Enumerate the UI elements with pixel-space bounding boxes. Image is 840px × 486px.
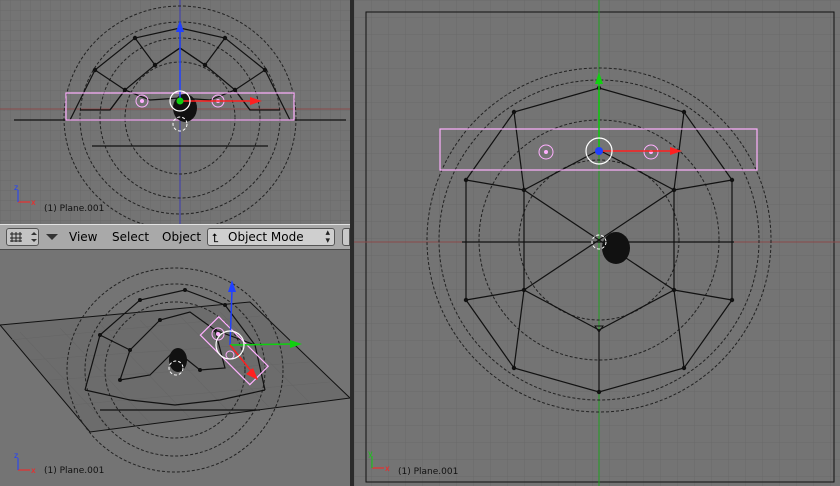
viewport-top-canvas[interactable]: y x (354, 0, 840, 486)
viewport-header: View Select Object ⮤ Object Mode ▴ ▾ (0, 224, 350, 250)
svg-text:x: x (385, 464, 390, 473)
svg-text:x: x (31, 466, 36, 475)
object-mode-icon: ⮤ (212, 231, 220, 245)
mode-label: Object Mode (228, 230, 304, 244)
select-menu[interactable]: Select (112, 230, 149, 244)
svg-text:y: y (368, 449, 373, 458)
grid-icon (10, 232, 37, 242)
window-type-button[interactable] (6, 228, 39, 246)
svg-text:x: x (31, 198, 36, 207)
menu-toggle-button[interactable] (44, 228, 60, 246)
mode-select[interactable]: ⮤ Object Mode ▴ ▾ (207, 228, 335, 246)
triangle-down-icon (46, 234, 58, 240)
svg-text:z: z (14, 183, 18, 192)
object-label: (1) Plane.001 (44, 204, 105, 214)
view-menu[interactable]: View (69, 230, 97, 244)
svg-text:z: z (14, 451, 18, 460)
viewport-perspective-canvas[interactable]: z x (0, 250, 350, 486)
viewport-front-canvas[interactable]: z x (0, 0, 350, 224)
object-label: (1) Plane.001 (44, 466, 105, 476)
header-overflow-button[interactable] (342, 228, 350, 246)
viewport-front[interactable]: z x (1) Plane.001 (0, 0, 350, 224)
updown-icon: ▴ ▾ (325, 228, 330, 246)
viewport-top[interactable]: y x (1) Plane.001 (354, 0, 840, 486)
object-label: (1) Plane.001 (398, 467, 459, 477)
object-menu[interactable]: Object (162, 230, 201, 244)
viewport-perspective[interactable]: z x (1) Plane.001 (0, 250, 350, 486)
